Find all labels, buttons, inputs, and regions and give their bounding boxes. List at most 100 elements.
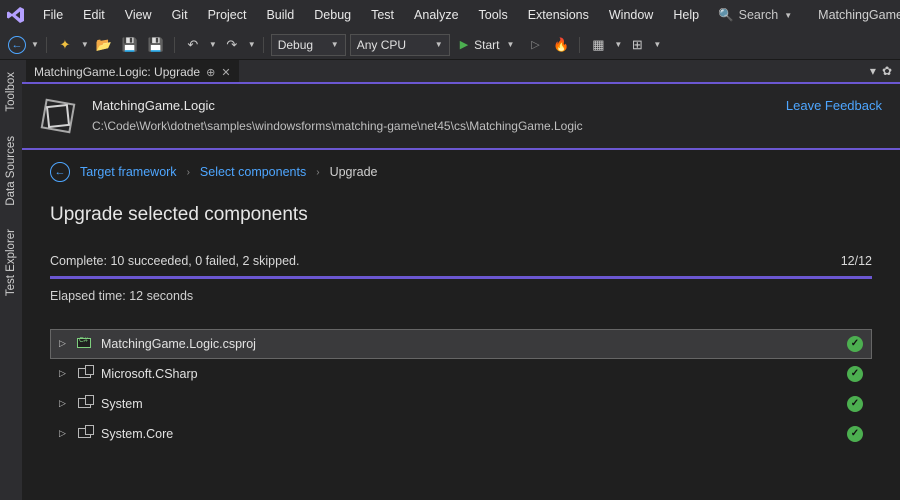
menu-git[interactable]: Git xyxy=(163,4,197,26)
document-area: MatchingGame.Logic: Upgrade ⊕ ✕ ▾ ✿ Matc… xyxy=(22,60,900,500)
tabrow-tools: ▾ ✿ xyxy=(870,64,900,78)
result-name: Microsoft.CSharp xyxy=(101,367,847,381)
chevron-down-icon[interactable]: ▼ xyxy=(209,40,217,49)
crumb-select-components[interactable]: Select components xyxy=(200,165,306,179)
result-row[interactable]: ▷ System ✓ xyxy=(50,389,872,419)
chevron-right-icon: › xyxy=(187,167,190,178)
start-no-debug-button[interactable]: ▷ xyxy=(524,34,546,56)
play-outline-icon: ▷ xyxy=(531,38,539,51)
result-name: System.Core xyxy=(101,427,847,441)
platform-dropdown[interactable]: Any CPU ▼ xyxy=(350,34,450,56)
breadcrumb-back-button[interactable]: ← xyxy=(50,162,70,182)
open-button[interactable]: 📂 xyxy=(93,34,115,56)
chevron-down-icon[interactable]: ▼ xyxy=(31,40,39,49)
chevron-down-icon[interactable]: ▼ xyxy=(614,40,622,49)
progress-bar xyxy=(50,276,872,279)
reference-icon xyxy=(75,367,93,381)
success-icon: ✓ xyxy=(847,366,863,382)
nav-back-button[interactable]: ← xyxy=(8,36,26,54)
menu-bar: File Edit View Git Project Build Debug T… xyxy=(0,0,900,30)
elapsed-time: Elapsed time: 12 seconds xyxy=(50,289,872,303)
result-name: System xyxy=(101,397,847,411)
csproj-icon xyxy=(75,337,93,351)
expand-icon[interactable]: ▷ xyxy=(59,428,73,439)
result-row[interactable]: ▷ System.Core ✓ xyxy=(50,419,872,449)
document-tab-row: MatchingGame.Logic: Upgrade ⊕ ✕ ▾ ✿ xyxy=(22,60,900,84)
doc-tab-upgrade[interactable]: MatchingGame.Logic: Upgrade ⊕ ✕ xyxy=(26,60,239,82)
main-menu: File Edit View Git Project Build Debug T… xyxy=(34,4,708,26)
sidetab-test-explorer[interactable]: Test Explorer xyxy=(3,223,19,302)
breadcrumb: ← Target framework › Select components ›… xyxy=(50,162,872,182)
page-title: Upgrade selected components xyxy=(50,204,872,226)
sidetab-toolbox[interactable]: Toolbox xyxy=(3,66,19,118)
menu-analyze[interactable]: Analyze xyxy=(405,4,467,26)
reference-icon xyxy=(75,397,93,411)
success-icon: ✓ xyxy=(847,396,863,412)
pin-icon[interactable]: ⊕ xyxy=(206,66,215,79)
status-text: Complete: 10 succeeded, 0 failed, 2 skip… xyxy=(50,254,299,268)
success-icon: ✓ xyxy=(847,336,863,352)
sidetab-data-sources[interactable]: Data Sources xyxy=(3,130,19,212)
menu-help[interactable]: Help xyxy=(664,4,708,26)
side-tabs: Toolbox Data Sources Test Explorer xyxy=(0,60,22,500)
leave-feedback-link[interactable]: Leave Feedback xyxy=(786,98,882,113)
new-item-button[interactable]: ✦ xyxy=(54,34,76,56)
menu-debug[interactable]: Debug xyxy=(305,4,360,26)
separator xyxy=(579,37,580,53)
chevron-down-icon[interactable]: ▼ xyxy=(248,40,256,49)
chevron-down-icon: ▼ xyxy=(435,40,443,49)
tabs-dropdown-icon[interactable]: ▾ xyxy=(870,64,876,78)
play-icon: ▶ xyxy=(460,38,468,51)
menu-edit[interactable]: Edit xyxy=(74,4,114,26)
crumb-upgrade: Upgrade xyxy=(330,165,378,179)
solution-picker[interactable]: MatchingGame xyxy=(806,6,900,24)
chevron-down-icon[interactable]: ▼ xyxy=(653,40,661,49)
result-name: MatchingGame.Logic.csproj xyxy=(101,337,847,351)
result-row[interactable]: ▷ Microsoft.CSharp ✓ xyxy=(50,359,872,389)
vs-logo-icon xyxy=(6,4,26,26)
menu-project[interactable]: Project xyxy=(199,4,256,26)
undo-button[interactable]: ↶ xyxy=(182,34,204,56)
config-button[interactable]: ⊞ xyxy=(626,34,648,56)
success-icon: ✓ xyxy=(847,426,863,442)
start-debug-button[interactable]: ▶ Start ▼ xyxy=(454,34,521,56)
save-all-button[interactable]: 💾 xyxy=(145,34,167,56)
config-dropdown[interactable]: Debug ▼ xyxy=(271,34,346,56)
upgrade-icon xyxy=(40,98,76,134)
chevron-down-icon: ▼ xyxy=(331,40,339,49)
search-icon: 🔍 xyxy=(718,8,734,23)
status-row: Complete: 10 succeeded, 0 failed, 2 skip… xyxy=(50,254,872,276)
redo-button[interactable]: ↷ xyxy=(221,34,243,56)
chevron-down-icon: ▼ xyxy=(507,40,515,49)
menu-window[interactable]: Window xyxy=(600,4,662,26)
platform-value: Any CPU xyxy=(357,38,406,52)
results-list: ▷ MatchingGame.Logic.csproj ✓ ▷ Microsof… xyxy=(50,329,872,449)
toolbox-button[interactable]: ▦ xyxy=(587,34,609,56)
project-name: MatchingGame.Logic xyxy=(92,98,770,113)
search-box[interactable]: 🔍 Search ▼ xyxy=(708,5,802,26)
reference-icon xyxy=(75,427,93,441)
menu-extensions[interactable]: Extensions xyxy=(519,4,598,26)
crumb-target-framework[interactable]: Target framework xyxy=(80,165,177,179)
close-icon[interactable]: ✕ xyxy=(221,66,230,79)
config-value: Debug xyxy=(278,38,313,52)
toolbar: ← ▼ ✦ ▼ 📂 💾 💾 ↶ ▼ ↷ ▼ Debug ▼ Any CPU ▼ … xyxy=(0,30,900,60)
hot-reload-button[interactable]: 🔥 xyxy=(550,34,572,56)
menu-test[interactable]: Test xyxy=(362,4,403,26)
expand-icon[interactable]: ▷ xyxy=(59,398,73,409)
menu-build[interactable]: Build xyxy=(257,4,303,26)
doc-tab-label: MatchingGame.Logic: Upgrade xyxy=(34,65,200,79)
menu-file[interactable]: File xyxy=(34,4,72,26)
chevron-down-icon[interactable]: ▼ xyxy=(81,40,89,49)
separator xyxy=(46,37,47,53)
result-row[interactable]: ▷ MatchingGame.Logic.csproj ✓ xyxy=(50,329,872,359)
upgrade-header: MatchingGame.Logic C:\Code\Work\dotnet\s… xyxy=(22,84,900,150)
separator xyxy=(263,37,264,53)
start-label: Start xyxy=(474,38,499,52)
expand-icon[interactable]: ▷ xyxy=(59,338,73,349)
gear-icon[interactable]: ✿ xyxy=(882,64,892,78)
menu-tools[interactable]: Tools xyxy=(470,4,517,26)
save-button[interactable]: 💾 xyxy=(119,34,141,56)
expand-icon[interactable]: ▷ xyxy=(59,368,73,379)
menu-view[interactable]: View xyxy=(116,4,161,26)
